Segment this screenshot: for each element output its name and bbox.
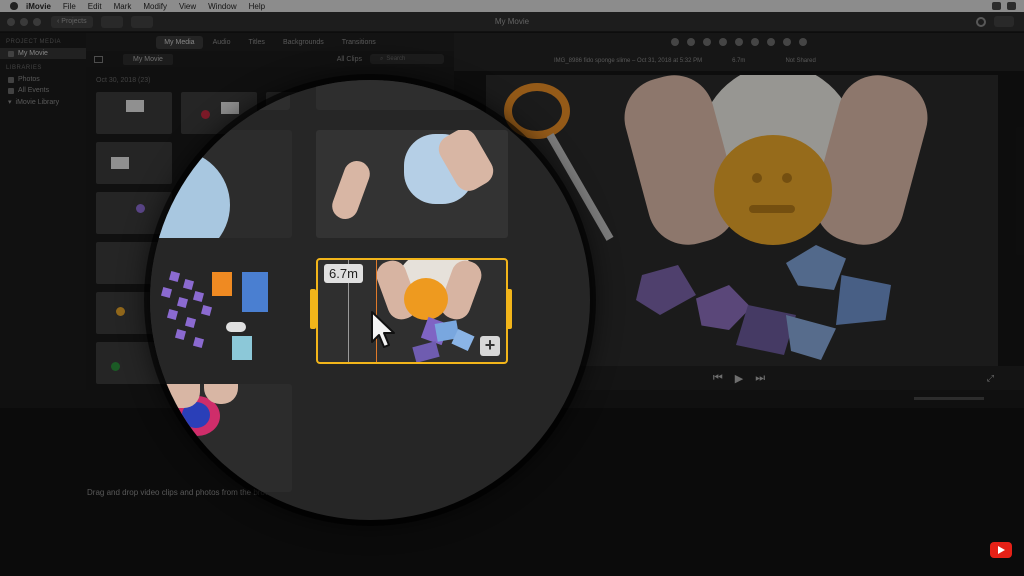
plus-icon: + xyxy=(484,335,496,355)
selected-clip-thumbnail[interactable]: 6.7m + xyxy=(316,258,508,364)
trim-handle-left[interactable] xyxy=(310,289,316,329)
clip-thumbnail[interactable] xyxy=(170,80,290,110)
cursor-arrow-icon xyxy=(371,311,395,348)
trim-handle-right[interactable] xyxy=(506,289,512,329)
clip-thumbnail[interactable] xyxy=(316,130,508,238)
clip-duration-badge: 6.7m xyxy=(324,264,363,283)
clip-thumbnail[interactable] xyxy=(150,258,292,366)
clip-thumbnail[interactable] xyxy=(150,384,292,492)
youtube-icon xyxy=(990,542,1012,558)
add-to-movie-button[interactable]: + xyxy=(480,336,500,356)
magnifier-lens: 6.7m + xyxy=(150,80,590,520)
clip-thumbnail[interactable] xyxy=(150,130,292,238)
clip-thumbnail[interactable] xyxy=(316,80,508,110)
